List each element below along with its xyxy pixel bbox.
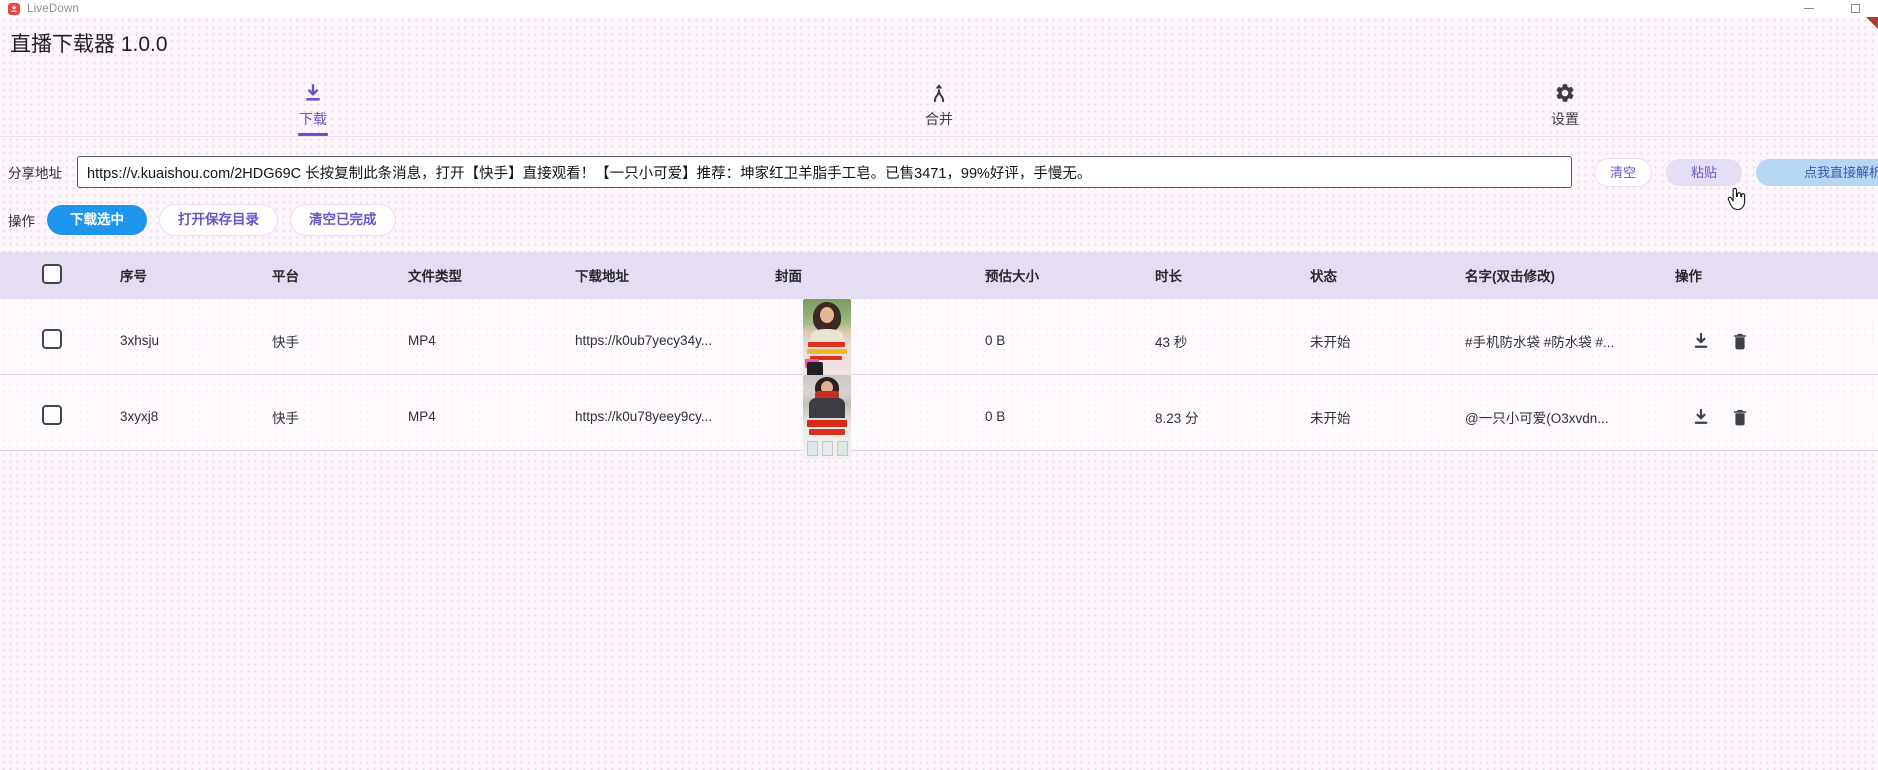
main-area: 直播下载器 1.0.0 下载 合并 设置 分享地址 bbox=[0, 17, 1878, 770]
tab-merge[interactable]: 合并 bbox=[626, 82, 1252, 136]
col-header-size: 预估大小 bbox=[985, 265, 1155, 285]
cell-id: 3xhsju bbox=[120, 333, 272, 348]
select-all-checkbox[interactable] bbox=[42, 264, 62, 284]
window-titlebar: LiveDown bbox=[0, 0, 1878, 17]
col-header-id: 序号 bbox=[120, 265, 272, 285]
download-selected-button[interactable]: 下载选中 bbox=[47, 205, 147, 235]
cell-name[interactable]: @一只小可爱(O3xvdn... bbox=[1465, 407, 1675, 427]
cell-platform: 快手 bbox=[272, 331, 408, 351]
paste-button[interactable]: 粘贴 bbox=[1666, 159, 1742, 186]
gear-icon bbox=[1554, 82, 1576, 104]
maximize-icon bbox=[1851, 4, 1860, 13]
window-title: LiveDown bbox=[27, 3, 79, 15]
row-checkbox[interactable] bbox=[42, 329, 62, 349]
share-url-input[interactable] bbox=[77, 156, 1572, 188]
cover-thumbnail bbox=[803, 299, 851, 383]
cell-platform: 快手 bbox=[272, 407, 408, 427]
col-header-status: 状态 bbox=[1310, 265, 1465, 285]
tab-merge-label: 合并 bbox=[925, 109, 953, 129]
col-header-cover: 封面 bbox=[775, 265, 985, 285]
share-url-row: 分享地址 清空 粘贴 点我直接解析地址 bbox=[0, 156, 1878, 188]
app-logo-icon bbox=[8, 3, 20, 15]
cell-duration: 8.23 分 bbox=[1155, 407, 1310, 427]
cover-thumbnail bbox=[803, 375, 851, 459]
table-header: 序号 平台 文件类型 下载地址 封面 预估大小 时长 状态 名字(双击修改) 操… bbox=[0, 252, 1878, 299]
tab-bar: 下载 合并 设置 bbox=[0, 82, 1878, 137]
cell-duration: 43 秒 bbox=[1155, 331, 1310, 351]
minimize-button[interactable] bbox=[1786, 0, 1832, 17]
page-title: 直播下载器 1.0.0 bbox=[10, 30, 1878, 59]
cell-size: 0 B bbox=[985, 333, 1155, 348]
row-delete-icon[interactable] bbox=[1730, 331, 1750, 351]
merge-icon bbox=[928, 82, 950, 104]
col-header-url: 下载地址 bbox=[575, 265, 775, 285]
table-row: 3xhsju 快手 MP4 https://k0ub7yecy34y... 0 … bbox=[0, 299, 1878, 375]
download-icon bbox=[302, 82, 324, 104]
cell-name[interactable]: #手机防水袋 #防水袋 #... bbox=[1465, 331, 1675, 351]
cell-id: 3xyxj8 bbox=[120, 409, 272, 424]
cell-url: https://k0u78yeey9cy... bbox=[575, 409, 775, 424]
tab-settings[interactable]: 设置 bbox=[1252, 82, 1878, 136]
action-label: 操作 bbox=[8, 210, 35, 230]
clear-completed-button[interactable]: 清空已完成 bbox=[290, 204, 396, 236]
open-save-dir-button[interactable]: 打开保存目录 bbox=[159, 204, 278, 236]
cell-size: 0 B bbox=[985, 409, 1155, 424]
cell-url: https://k0ub7yecy34y... bbox=[575, 333, 775, 348]
parse-url-button[interactable]: 点我直接解析地址 bbox=[1756, 159, 1878, 186]
col-header-filetype: 文件类型 bbox=[408, 265, 575, 285]
row-delete-icon[interactable] bbox=[1730, 407, 1750, 427]
minimize-icon bbox=[1804, 8, 1814, 10]
col-header-duration: 时长 bbox=[1155, 265, 1310, 285]
window-controls bbox=[1786, 0, 1878, 17]
tab-download[interactable]: 下载 bbox=[0, 82, 626, 136]
table-row: 3xyxj8 快手 MP4 https://k0u78yeey9cy... 0 … bbox=[0, 375, 1878, 451]
col-header-platform: 平台 bbox=[272, 265, 408, 285]
col-header-ops: 操作 bbox=[1675, 265, 1878, 285]
row-download-icon[interactable] bbox=[1691, 407, 1711, 427]
col-header-name: 名字(双击修改) bbox=[1465, 265, 1675, 285]
row-download-icon[interactable] bbox=[1691, 331, 1711, 351]
clear-input-button[interactable]: 清空 bbox=[1594, 158, 1652, 187]
tab-download-label: 下载 bbox=[299, 109, 327, 129]
tab-settings-label: 设置 bbox=[1551, 109, 1579, 129]
share-url-label: 分享地址 bbox=[8, 162, 62, 182]
row-checkbox[interactable] bbox=[42, 405, 62, 425]
cell-status: 未开始 bbox=[1310, 407, 1465, 427]
cell-filetype: MP4 bbox=[408, 409, 575, 424]
maximize-button[interactable] bbox=[1832, 0, 1878, 17]
cell-filetype: MP4 bbox=[408, 333, 575, 348]
action-row: 操作 下载选中 打开保存目录 清空已完成 bbox=[0, 204, 1878, 236]
cell-status: 未开始 bbox=[1310, 331, 1465, 351]
